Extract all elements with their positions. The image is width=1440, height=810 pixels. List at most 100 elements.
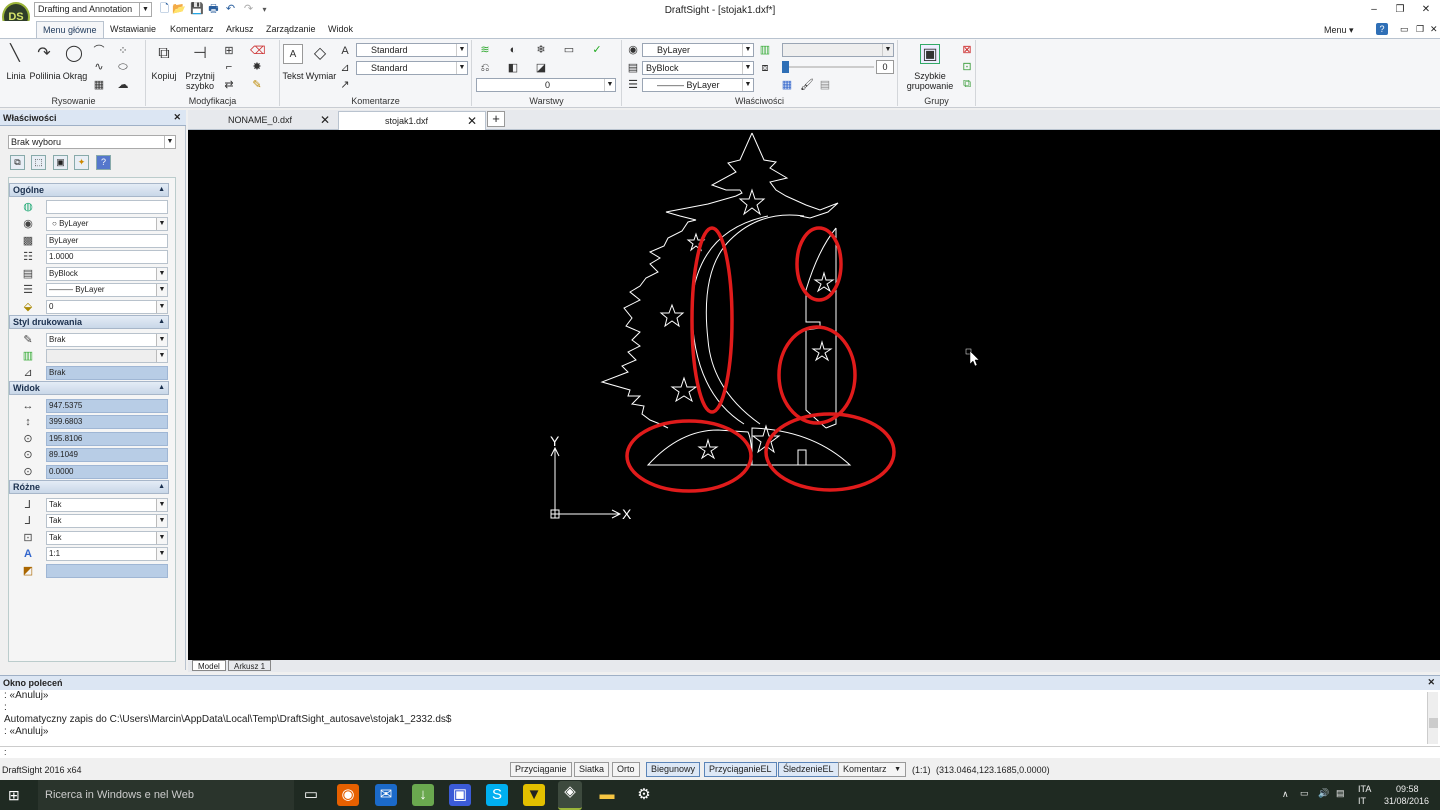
cloud-icon[interactable]: ☁ [116, 78, 130, 92]
quick-select-icon[interactable]: ⧉ [10, 155, 25, 170]
restore-button[interactable]: ❐ [1392, 3, 1408, 17]
task-view-icon[interactable]: ▭ [300, 784, 322, 806]
dim-style-icon[interactable]: ⊿ [338, 61, 352, 75]
close-icon[interactable]: ✕ [173, 112, 181, 123]
prop-value[interactable]: Brak [46, 366, 168, 380]
text-button-label[interactable]: Tekst [280, 71, 306, 81]
ungroup-icon[interactable]: ⊠ [960, 43, 974, 57]
polar-toggle[interactable]: Biegunowy [646, 762, 701, 777]
circle-button-label[interactable]: Okrąg [60, 71, 90, 81]
transparency-slider[interactable] [782, 61, 874, 73]
dimension-icon[interactable]: ◇ [310, 44, 330, 64]
section-rozne[interactable]: Różne ▲ [9, 480, 169, 494]
quick-group-label[interactable]: Szybkie [900, 71, 960, 81]
quick-group-icon[interactable]: ▣ [920, 44, 940, 64]
annotation-scale-icon[interactable]: ▦ [780, 78, 794, 92]
layer-previous-icon[interactable]: ⎌ [478, 61, 492, 75]
firefox-icon[interactable]: ◉ [337, 784, 359, 806]
layer-isolate-icon[interactable]: ◧ [506, 61, 520, 75]
highlight-icon[interactable]: ✦ [74, 155, 89, 170]
tab-komentarz[interactable]: Komentarz [164, 21, 220, 38]
layout-tab-arkusz1[interactable]: Arkusz 1 [228, 660, 272, 671]
section-styl-drukowania[interactable]: Styl drukowania ▲ [9, 315, 169, 329]
prop-value[interactable]: 399.6803 [46, 415, 168, 429]
windows-start-icon[interactable]: ⊞ [8, 787, 24, 803]
grid-toggle[interactable]: Siatka [574, 762, 610, 777]
volume-icon[interactable]: 🔊 [1318, 788, 1329, 799]
color-select[interactable]: ByLayer ▼ [642, 43, 754, 57]
text-icon[interactable]: A [283, 44, 303, 64]
etrack-toggle[interactable]: ŚledzenieEL [778, 762, 839, 777]
properties-paint-icon[interactable]: ✎ [250, 78, 264, 92]
notifications-icon[interactable]: ▤ [1336, 788, 1345, 799]
prop-select[interactable]: Tak ▼ [46, 498, 168, 512]
prop-value[interactable]: 1.0000 [46, 250, 168, 264]
skype-icon[interactable]: S [486, 784, 508, 806]
layer-match-icon[interactable]: ◪ [534, 61, 548, 75]
dim-style-select[interactable]: Standard ▼ [356, 61, 468, 75]
draftsight-task-icon[interactable]: ◈ [558, 781, 582, 810]
copy-icon[interactable]: ⧉ [154, 44, 174, 64]
doc-tab-stojak1[interactable]: stojak1.dxf ✕ [338, 111, 486, 130]
hatch-icon[interactable]: ▦ [92, 78, 106, 92]
transparency-value[interactable]: 0 [876, 60, 894, 74]
tab-widok[interactable]: Widok [322, 21, 359, 38]
trim-button-label-2[interactable]: szybko [183, 81, 217, 91]
language-label[interactable]: ITA [1358, 784, 1371, 794]
tab-zarzadzanie[interactable]: Zarządzanie [260, 21, 322, 38]
close-icon[interactable]: ✕ [320, 111, 330, 129]
minimize-button[interactable]: – [1366, 3, 1382, 17]
ribbon-restore-icon[interactable]: ❐ [1416, 24, 1424, 35]
torrent-icon[interactable]: ↓ [412, 784, 434, 806]
selection-select[interactable]: Brak wyboru ▼ [8, 135, 176, 149]
ribbon-close-icon[interactable]: ✕ [1430, 24, 1438, 35]
add-tab-button[interactable]: + [487, 111, 505, 127]
layer-props-icon[interactable]: ⧈ [758, 61, 772, 75]
edit-group-icon[interactable]: ⊡ [960, 60, 974, 74]
prop-select[interactable]: 0 ▼ [46, 300, 168, 314]
tab-menu-glowne[interactable]: Menu główne [36, 21, 104, 38]
plot-style-select[interactable]: ▼ [782, 43, 894, 57]
explode-icon[interactable]: ✸ [250, 60, 264, 74]
ortho-toggle[interactable]: Orto [612, 762, 640, 777]
prop-value[interactable] [46, 564, 168, 578]
prop-select[interactable]: Tak ▼ [46, 531, 168, 545]
layer-freeze-icon[interactable]: ❄ [534, 43, 548, 57]
lineweight-select[interactable]: ——— ByLayer ▼ [642, 78, 754, 92]
network-icon[interactable]: ▭ [1300, 788, 1309, 799]
close-window-button[interactable]: ✕ [1418, 3, 1434, 17]
polyline-icon[interactable]: ↷ [34, 44, 54, 64]
keyboard-label[interactable]: IT [1358, 796, 1366, 806]
line-icon[interactable]: ╲ [5, 44, 25, 64]
erase-icon[interactable]: ⌫ [250, 44, 266, 58]
annotation-select[interactable]: Komentarz ▼ [838, 762, 906, 777]
section-widok[interactable]: Widok ▲ [9, 381, 169, 395]
prop-value[interactable] [46, 200, 168, 214]
arc-icon[interactable]: ⌒ [92, 44, 106, 58]
prop-select[interactable]: Brak ▼ [46, 333, 168, 347]
slider-thumb[interactable] [782, 61, 789, 73]
tab-arkusz[interactable]: Arkusz [220, 21, 260, 38]
doc-tab-noname[interactable]: NONAME_0.dxf ✕ [190, 111, 338, 130]
help-icon[interactable]: ? [96, 155, 111, 170]
prop-select[interactable]: 1:1 ▼ [46, 547, 168, 561]
save-app-icon[interactable]: ▣ [449, 784, 471, 806]
menu-button[interactable]: Menu ▾ [1324, 25, 1354, 36]
prop-value[interactable]: ByLayer [46, 234, 168, 248]
prop-select[interactable]: ——— ByLayer ▼ [46, 283, 168, 297]
section-ogolne[interactable]: Ogólne ▲ [9, 183, 169, 197]
copy-button-label[interactable]: Kopiuj [148, 71, 180, 81]
group-manager-icon[interactable]: ⧉ [960, 77, 974, 91]
tab-wstawianie[interactable]: Wstawianie [104, 21, 162, 38]
ellipse-icon[interactable]: ⬭ [116, 60, 130, 74]
tray-chevron-icon[interactable]: ∧ [1282, 789, 1289, 800]
polyline-button-label[interactable]: Polilinia [28, 71, 62, 81]
plot-style-icon[interactable]: ▥ [758, 43, 772, 57]
circle-icon[interactable]: ◯ [64, 44, 84, 64]
scrollbar-thumb[interactable] [1429, 718, 1438, 728]
prop-select[interactable]: Tak ▼ [46, 514, 168, 528]
layout-tab-model[interactable]: Model [192, 660, 226, 671]
layer-select[interactable]: 0 ▼ [476, 78, 616, 92]
app-yellow-icon[interactable]: ▼ [523, 784, 545, 806]
trim-icon[interactable]: ⊣ [190, 44, 210, 64]
